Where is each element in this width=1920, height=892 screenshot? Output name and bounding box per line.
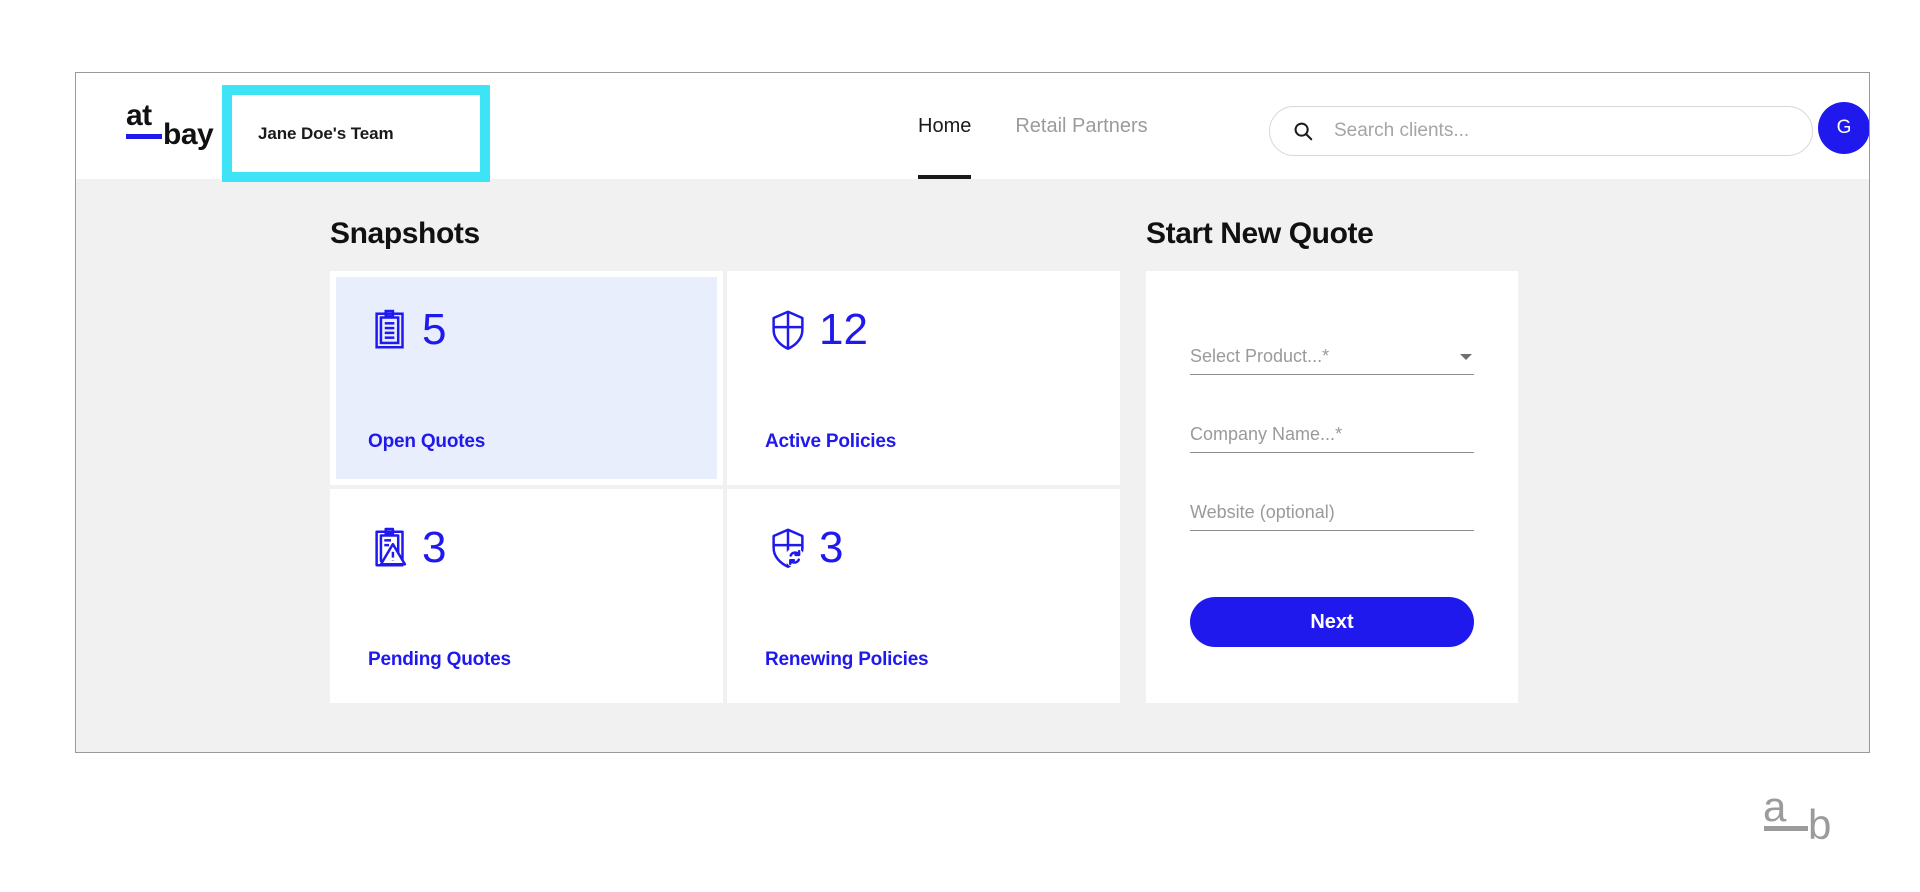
logo-text-bay: bay xyxy=(163,118,214,151)
atbay-logo[interactable]: at bay xyxy=(106,101,226,159)
search-input[interactable]: Search clients... xyxy=(1269,106,1813,156)
website-field[interactable]: Website (optional) xyxy=(1190,489,1474,531)
snapshot-count: 3 xyxy=(819,523,844,572)
app-header: at bay Jane Doe's Team Home Retail Partn… xyxy=(76,73,1869,182)
team-selector-highlight-box: Jane Doe's Team xyxy=(222,85,490,182)
snapshot-card-open-quotes[interactable]: 5 Open Quotes xyxy=(330,271,723,485)
watermark-text-b: b xyxy=(1808,801,1832,848)
snapshot-card-renewing-policies[interactable]: 3 Renewing Policies xyxy=(727,489,1120,703)
snapshots-heading: Snapshots xyxy=(330,217,480,250)
clipboard-icon xyxy=(375,309,404,349)
shield-refresh-icon xyxy=(772,528,805,568)
watermark-text-a: a xyxy=(1763,783,1787,830)
snapshot-card-active-policies[interactable]: 12 Active Policies xyxy=(727,271,1120,485)
select-product-field[interactable]: Select Product... * xyxy=(1190,333,1474,375)
next-button[interactable]: Next xyxy=(1190,597,1474,647)
snapshot-count: 5 xyxy=(422,305,447,354)
main-navigation: Home Retail Partners xyxy=(918,73,1148,179)
search-icon xyxy=(1294,122,1313,141)
select-product-placeholder: Select Product... xyxy=(1190,346,1323,366)
snapshot-label: Renewing Policies xyxy=(765,649,929,670)
snapshot-label: Active Policies xyxy=(765,431,897,452)
website-placeholder: Website (optional) xyxy=(1190,502,1335,522)
user-avatar[interactable]: G xyxy=(1818,102,1869,154)
nav-item-retail-partners[interactable]: Retail Partners xyxy=(1015,73,1147,179)
snapshot-label: Open Quotes xyxy=(368,431,486,452)
watermark-divider xyxy=(1764,826,1808,831)
shield-cross-icon xyxy=(772,310,804,350)
company-name-placeholder: Company Name... xyxy=(1190,424,1336,444)
page-body: Snapshots 5 Open Quotes 12 Active Polici… xyxy=(76,179,1869,752)
company-name-field[interactable]: Company Name... * xyxy=(1190,411,1474,453)
logo-text-at: at xyxy=(126,99,152,132)
chevron-down-icon xyxy=(1460,354,1472,360)
search-placeholder-text: Search clients... xyxy=(1334,120,1470,141)
nav-item-home[interactable]: Home xyxy=(918,73,972,179)
clipboard-warning-icon xyxy=(375,527,407,567)
logo-underline-accent xyxy=(126,134,162,139)
snapshot-label: Pending Quotes xyxy=(368,649,511,670)
watermark-logo: a b xyxy=(1763,786,1863,848)
start-new-quote-panel: Select Product... * Company Name... * Webs… xyxy=(1146,271,1518,703)
snapshot-count: 3 xyxy=(422,523,447,572)
application-window: at bay Jane Doe's Team Home Retail Partn… xyxy=(75,72,1870,753)
snapshot-card-pending-quotes[interactable]: 3 Pending Quotes xyxy=(330,489,723,703)
start-new-quote-heading: Start New Quote xyxy=(1146,217,1374,250)
team-selector[interactable]: Jane Doe's Team xyxy=(232,95,480,172)
snapshot-count: 12 xyxy=(819,305,868,354)
snapshots-grid: 5 Open Quotes 12 Active Policies 3 Pendi… xyxy=(330,271,1120,703)
